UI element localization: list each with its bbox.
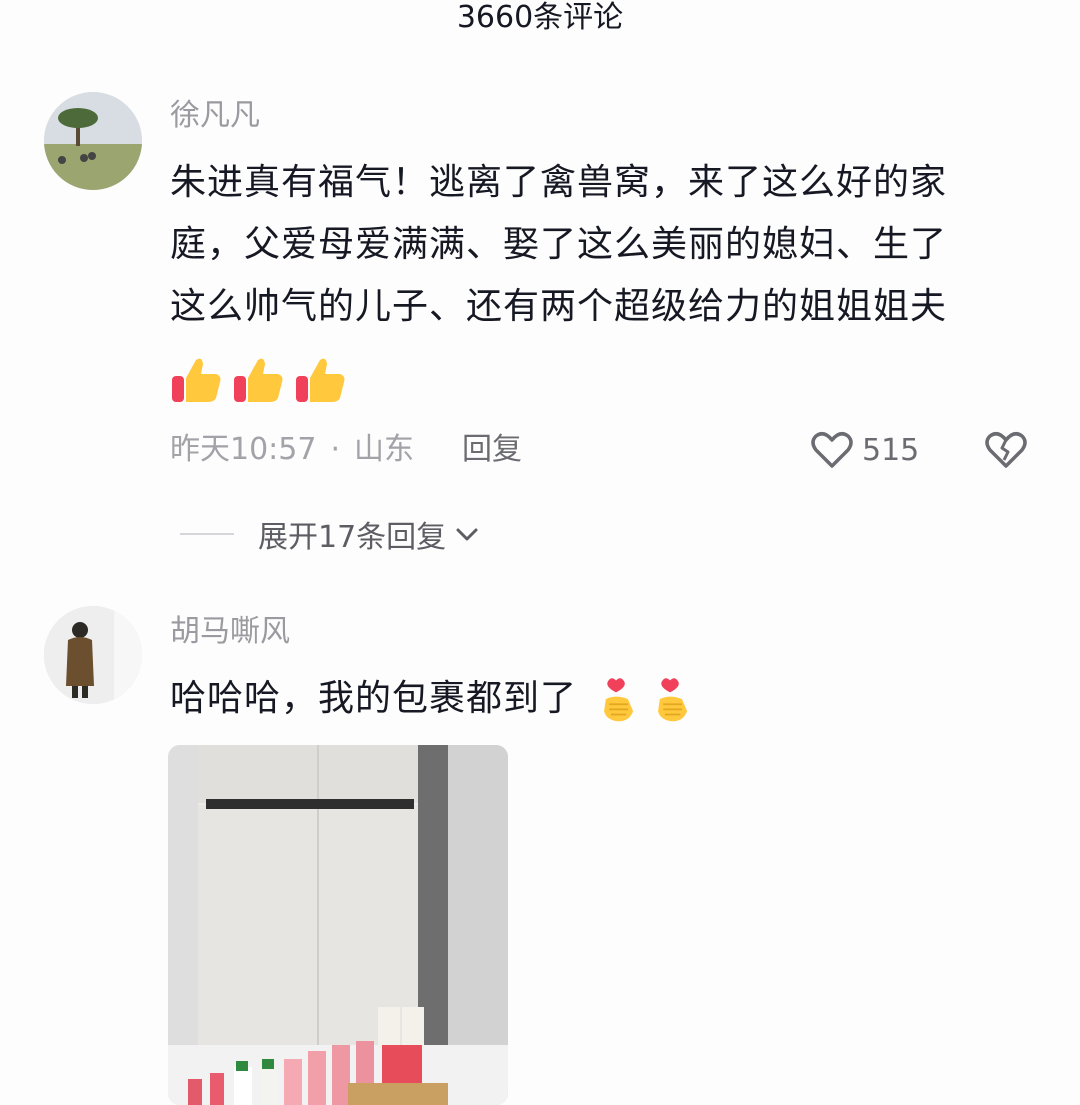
expand-replies-label: 展开17条回复 (258, 520, 447, 555)
comments-count-title: 3660条评论 (456, 0, 624, 35)
comment-emoji-row (170, 352, 348, 406)
like-button[interactable]: 515 (810, 428, 919, 472)
finger-heart-icon (604, 678, 634, 722)
avatar[interactable] (44, 92, 142, 190)
comment-text-line: 哈哈哈，我的包裹都到了 (170, 678, 578, 719)
broken-heart-icon (985, 432, 1027, 468)
thumbs-up-icon (172, 358, 221, 402)
comment-photo[interactable] (168, 745, 508, 1105)
expand-divider (180, 533, 234, 535)
comment-text-line: 庭，父爱母爱满满、娶了这么美丽的媳妇、生了 (170, 224, 948, 265)
comment-text-line: 朱进真有福气！逃离了禽兽窝，来了这么好的家 (170, 162, 948, 203)
comment-username[interactable]: 徐凡凡 (170, 96, 260, 136)
thumbs-up-icon (296, 358, 345, 402)
comment-text: 朱进真有福气！逃离了禽兽窝，来了这么好的家 庭，父爱母爱满满、娶了这么美丽的媳妇… (170, 152, 1050, 338)
avatar[interactable] (44, 606, 142, 704)
meta-separator: · (330, 432, 341, 467)
comment-location: 山东 (354, 432, 415, 467)
avatar-landscape-image (44, 92, 142, 190)
avatar-person-image (44, 606, 142, 704)
like-count: 515 (862, 432, 920, 468)
comment-text: 哈哈哈，我的包裹都到了 (170, 668, 1050, 730)
heart-outline-icon (811, 432, 853, 468)
dislike-button[interactable] (984, 428, 1028, 476)
reply-button[interactable]: 回复 (462, 430, 522, 470)
chevron-down-icon (456, 528, 478, 541)
comment-photo-image (168, 745, 508, 1105)
finger-heart-icon (658, 678, 688, 722)
thumbs-up-icon (234, 358, 283, 402)
comment-username[interactable]: 胡马嘶风 (170, 612, 290, 652)
comment-emoji-row (599, 671, 699, 729)
comment-text-line: 这么帅气的儿子、还有两个超级给力的姐姐姐夫 (170, 286, 948, 327)
comment-meta: 昨天10:57 · 山东 回复 (170, 430, 522, 470)
expand-replies[interactable]: 展开17条回复 (180, 512, 482, 556)
comment-time: 昨天10:57 (170, 432, 317, 467)
